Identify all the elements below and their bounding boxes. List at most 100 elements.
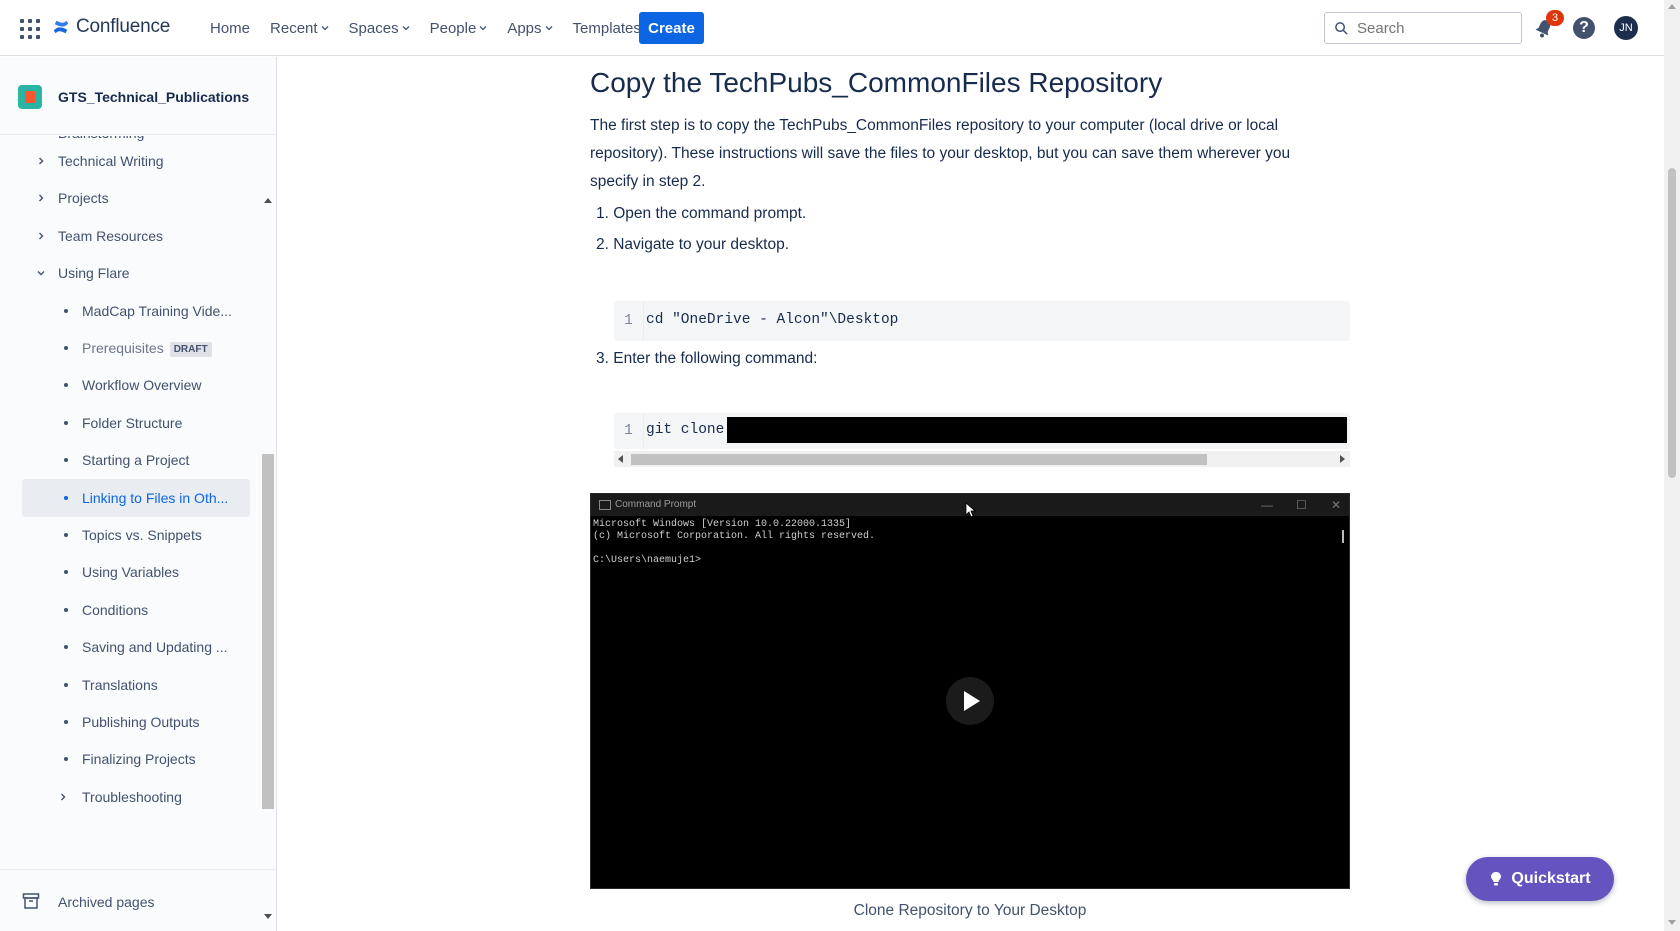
sidebar-item-madcap-training-vide[interactable]: MadCap Training Vide...: [22, 292, 250, 330]
code-horizontal-scrollbar[interactable]: [614, 451, 1350, 467]
tree-item-text: Conditions: [82, 601, 149, 618]
bullet-dot-icon: [64, 383, 68, 388]
tree-item-text: Starting a Project: [82, 452, 190, 469]
create-button[interactable]: Create: [639, 12, 704, 44]
user-avatar[interactable]: JN: [1614, 16, 1638, 40]
nav-label: Recent: [270, 19, 318, 37]
nav-label: Home: [210, 19, 251, 37]
confluence-logo-icon: [53, 20, 69, 34]
sidebar-item-team-resources[interactable]: Team Resources: [22, 217, 250, 255]
tree-item-text: Team Resources: [58, 227, 164, 244]
tree-item-text: Projects: [58, 190, 109, 207]
tree-item-label: Folder Structure: [82, 415, 182, 431]
chevron-down-icon: [545, 26, 552, 31]
chevron-down-icon[interactable]: [36, 268, 46, 278]
space-name: GTS_Technical_Publications: [58, 89, 250, 105]
nav-apps[interactable]: Apps: [497, 0, 562, 56]
tree-item-text: Finalizing Projects: [82, 751, 196, 768]
bullet-dot-icon: [64, 495, 68, 500]
page-scroll-down-icon[interactable]: [1668, 920, 1676, 925]
space-header[interactable]: GTS_Technical_Publications: [0, 57, 276, 135]
sidebar-item-prerequisites[interactable]: Prerequisites DRAFT: [22, 329, 250, 367]
sidebar-item-saving-and-updating[interactable]: Saving and Updating ...: [22, 628, 250, 666]
chevron-right-icon[interactable]: [36, 156, 46, 166]
sidebar-item-technical-writing[interactable]: Technical Writing: [22, 142, 250, 180]
code-block-git-clone[interactable]: 1 git clone: [614, 413, 1350, 449]
tree-item-label: Workflow Overview: [82, 377, 202, 393]
tree-item-label: Starting a Project: [82, 452, 189, 468]
tree-item-label: Projects: [58, 190, 109, 206]
bullet-dot-icon: [64, 607, 68, 612]
sidebar-item-translations[interactable]: Translations: [22, 666, 250, 704]
sidebar-item-workflow-overview[interactable]: Workflow Overview: [22, 366, 250, 404]
nav-recent[interactable]: Recent: [260, 0, 339, 56]
nav-label: Spaces: [348, 19, 399, 37]
scroll-left-arrow-icon[interactable]: [618, 455, 623, 463]
confluence-logo[interactable]: Confluence: [52, 16, 170, 38]
sidebar-item-linking-to-files-in-oth[interactable]: Linking to Files in Oth...: [22, 478, 250, 517]
tree-item-label: Conditions: [82, 602, 148, 618]
tree-item-text: Translations: [82, 676, 158, 693]
tree-item-label: Troubleshooting: [82, 789, 182, 805]
sidebar-item-projects[interactable]: Projects: [22, 179, 250, 217]
help-icon[interactable]: ?: [1573, 17, 1595, 39]
sidebar-item-finalizing-projects[interactable]: Finalizing Projects: [22, 740, 250, 778]
sidebar-item-starting-a-project[interactable]: Starting a Project: [22, 441, 250, 479]
nav-label: People: [429, 19, 477, 37]
chevron-down-icon: [321, 26, 329, 31]
sidebar-item-conditions[interactable]: Conditions: [22, 591, 250, 629]
sidebar-item-using-variables[interactable]: Using Variables: [22, 553, 250, 591]
sidebar-item-using-flare[interactable]: Using Flare: [22, 254, 250, 292]
chevron-right-icon[interactable]: [36, 231, 46, 241]
archived-pages-link[interactable]: Archived pages: [0, 869, 276, 931]
space-avatar-icon: [18, 85, 42, 109]
chevron-right-icon[interactable]: [36, 193, 46, 203]
nav-spaces[interactable]: Spaces: [339, 0, 420, 56]
play-button-icon[interactable]: [946, 677, 994, 725]
nav-templates[interactable]: Templates: [563, 0, 651, 56]
archive-box-icon: [22, 893, 40, 909]
code-scroll-thumb[interactable]: [631, 454, 1207, 465]
scroll-up-arrow-icon[interactable]: [264, 198, 272, 203]
code-text: git clone: [646, 422, 725, 438]
tree-item-label: Using Variables: [82, 564, 179, 580]
tree-item-label: Team Resources: [58, 228, 163, 244]
bullet-dot-icon: [64, 757, 68, 762]
video-player[interactable]: Command Prompt — ☐ ✕ Microsoft Windows […: [590, 493, 1350, 889]
sidebar-scrollbar[interactable]: [262, 192, 276, 919]
page-scrollbar[interactable]: [1664, 0, 1680, 931]
scroll-right-arrow-icon[interactable]: [1340, 455, 1345, 463]
sidebar-scroll-thumb[interactable]: [262, 454, 274, 809]
tree-item-label: Saving and Updating ...: [82, 639, 228, 655]
minimize-icon: —: [1261, 498, 1273, 512]
tree-item-text: Saving and Updating ...: [82, 639, 228, 656]
page-scroll-thumb[interactable]: [1668, 168, 1676, 478]
sidebar-item-troubleshooting[interactable]: Troubleshooting: [22, 778, 250, 816]
section-heading: Copy the TechPubs_CommonFiles Repository: [590, 67, 1163, 98]
tree-item-label: Publishing Outputs: [82, 714, 200, 730]
tree-item-text: Linking to Files in Oth...: [82, 489, 229, 506]
tree-item-text: Folder Structure: [82, 414, 183, 431]
code-text: cd "OneDrive - Alcon"\Desktop: [646, 312, 899, 328]
tree-item-text: Publishing Outputs: [82, 714, 200, 730]
search-input[interactable]: [1357, 19, 1507, 37]
tree-item-label: Translations: [82, 677, 158, 693]
quickstart-button[interactable]: Quickstart: [1466, 857, 1614, 901]
chevron-right-icon[interactable]: [58, 792, 68, 802]
code-block-cd[interactable]: 1 cd "OneDrive - Alcon"\Desktop: [614, 301, 1350, 341]
tree-item-label: Linking to Files in Oth...: [82, 490, 228, 506]
app-switcher-icon[interactable]: [20, 19, 40, 39]
sidebar-item-folder-structure[interactable]: Folder Structure: [22, 404, 250, 442]
bullet-dot-icon: [64, 645, 68, 650]
cmd-cursor: [1342, 530, 1344, 543]
maximize-icon: ☐: [1296, 498, 1307, 512]
cmd-window-icon: [599, 500, 611, 510]
sidebar-item-publishing-outputs[interactable]: Publishing Outputs: [22, 703, 250, 741]
nav-home[interactable]: Home: [200, 0, 260, 56]
nav-people[interactable]: People: [420, 0, 498, 56]
tree-item-text: Prerequisites: [82, 339, 164, 356]
sidebar-item-topics-vs-snippets[interactable]: Topics vs. Snippets: [22, 516, 250, 554]
search-box[interactable]: [1324, 12, 1522, 44]
page-scroll-up-icon[interactable]: [1668, 4, 1676, 9]
notification-count-badge: 3: [1546, 10, 1564, 26]
